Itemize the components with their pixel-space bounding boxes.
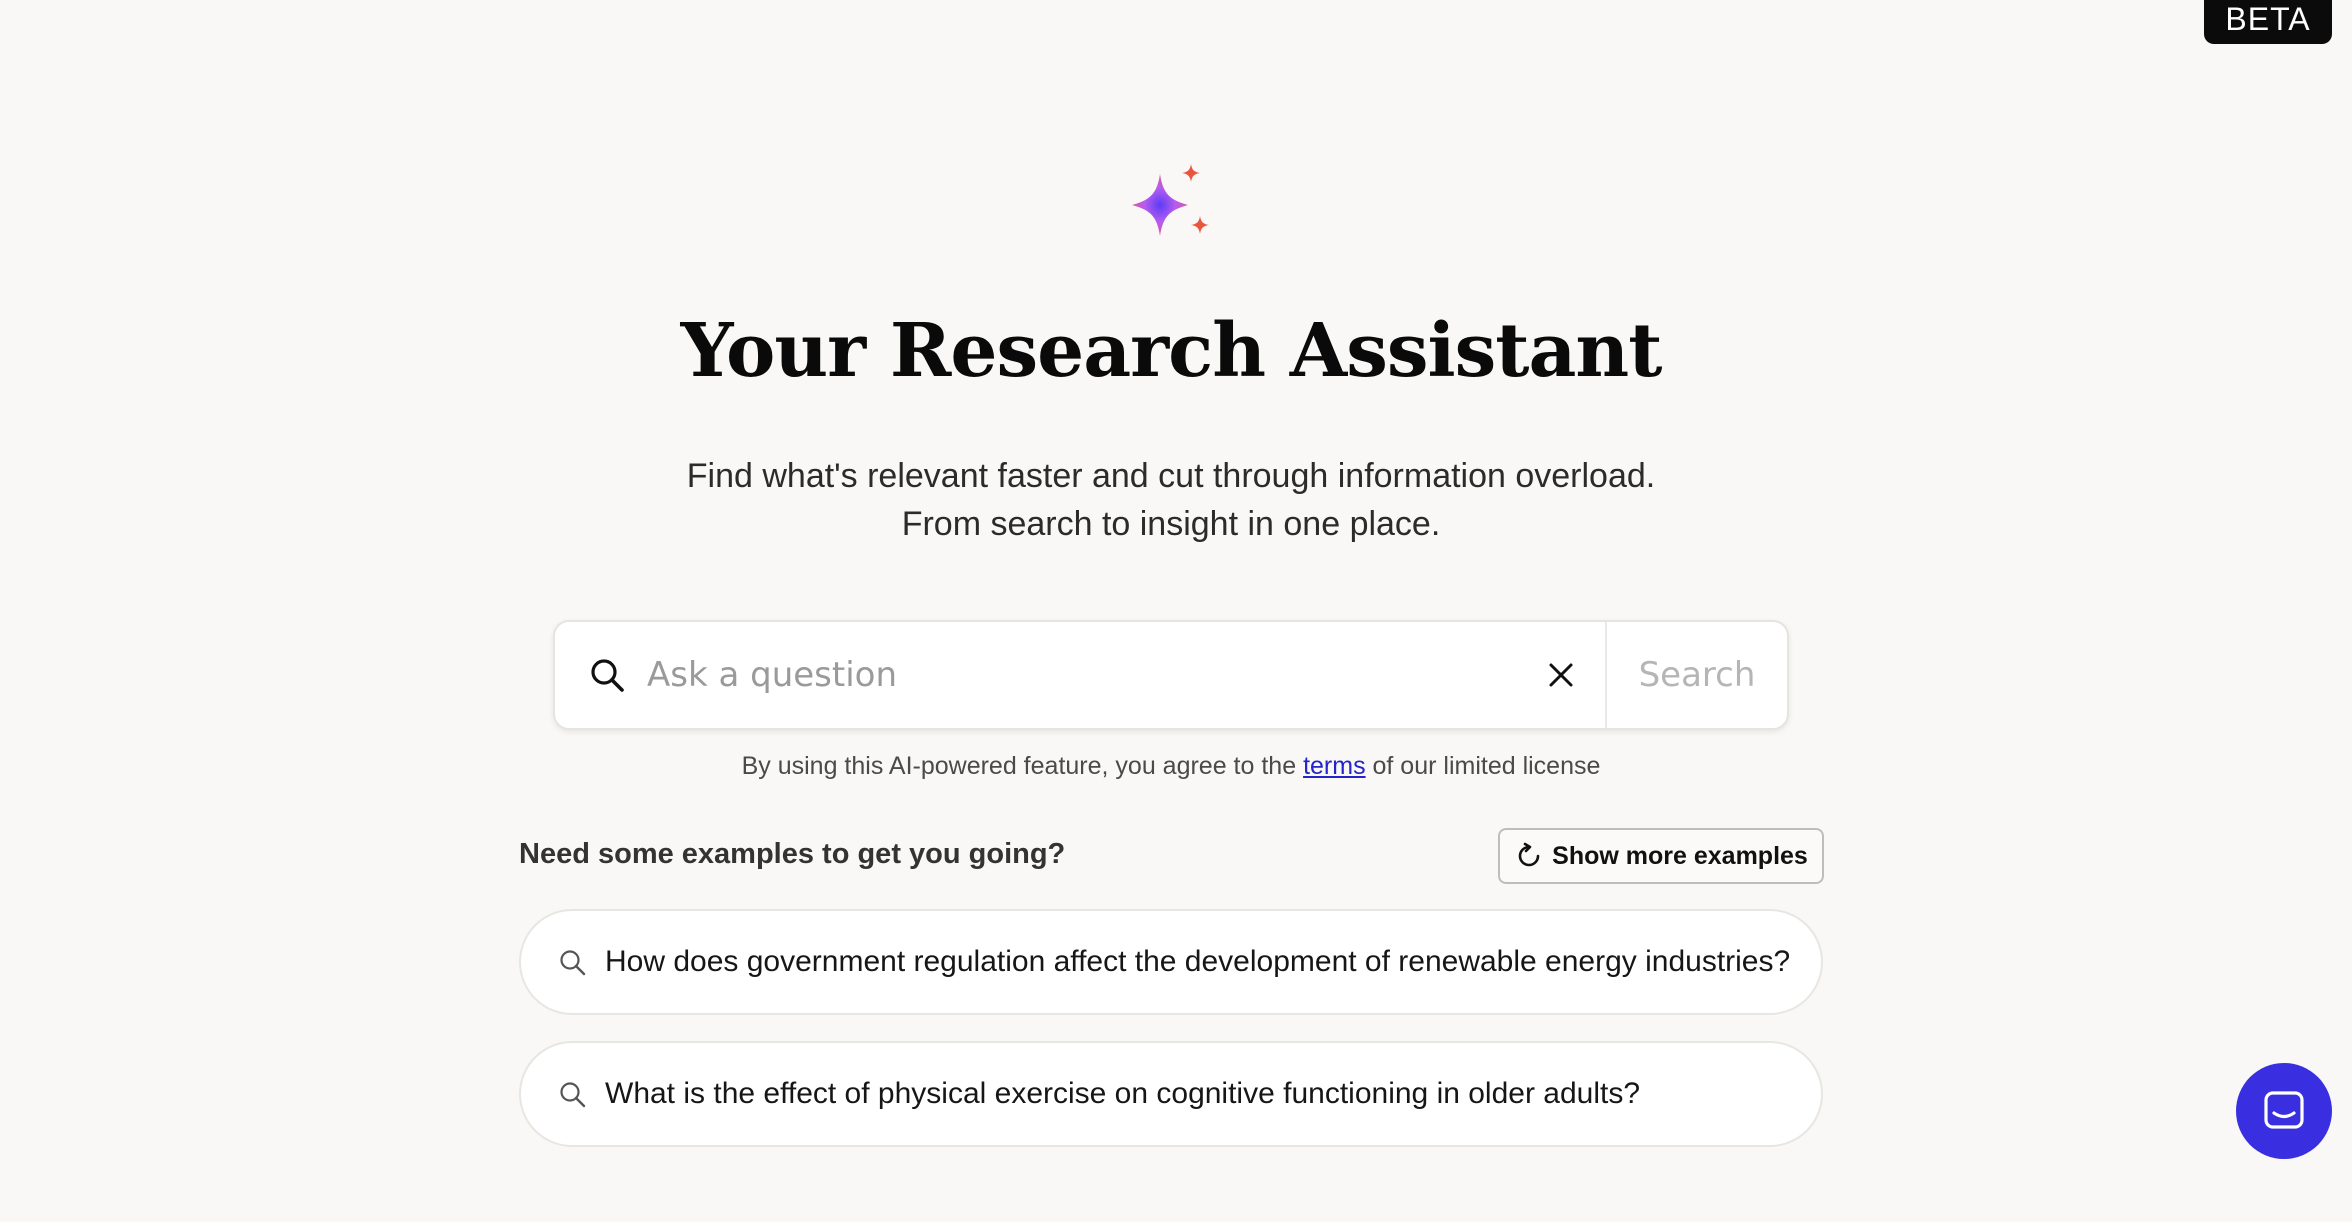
- beta-badge: BETA: [2204, 0, 2332, 44]
- close-icon: [1549, 663, 1573, 687]
- terms-link[interactable]: terms: [1303, 752, 1366, 780]
- example-question-text: What is the effect of physical exercise …: [605, 1077, 1641, 1110]
- subtitle-line-1: Find what's relevant faster and cut thro…: [686, 457, 1656, 495]
- search-bar: Search: [553, 620, 1789, 730]
- search-input[interactable]: [645, 644, 1531, 706]
- search-icon: [560, 1082, 586, 1108]
- sparkle-icon: [1132, 164, 1209, 236]
- search-button[interactable]: Search: [1607, 622, 1787, 728]
- clear-search-button[interactable]: [1531, 645, 1591, 705]
- search-icon: [591, 659, 624, 692]
- disclaimer-prefix: By using this AI-powered feature, you ag…: [741, 752, 1297, 780]
- search-icon: [560, 950, 586, 976]
- example-question-text: How does government regulation affect th…: [605, 945, 1791, 978]
- examples-heading: Need some examples to get you going?: [519, 838, 1066, 870]
- refresh-icon: [1518, 842, 1540, 867]
- subtitle-line-2: From search to insight in one place.: [901, 505, 1441, 543]
- page-subtitle: Find what's relevant faster and cut thro…: [0, 452, 2342, 548]
- show-more-examples-button[interactable]: Show more examples: [1498, 828, 1824, 884]
- page-title: Your Research Assistant: [680, 308, 1663, 394]
- example-question-card[interactable]: What is the effect of physical exercise …: [519, 1041, 1823, 1147]
- show-more-label: Show more examples: [1552, 841, 1808, 870]
- example-question-card[interactable]: How does government regulation affect th…: [519, 909, 1823, 1015]
- terms-disclaimer: By using this AI-powered feature, you ag…: [0, 752, 2342, 781]
- chat-icon: [2264, 1091, 2304, 1129]
- disclaimer-suffix: of our limited license: [1372, 752, 1601, 780]
- chat-launcher-button[interactable]: [2236, 1063, 2332, 1159]
